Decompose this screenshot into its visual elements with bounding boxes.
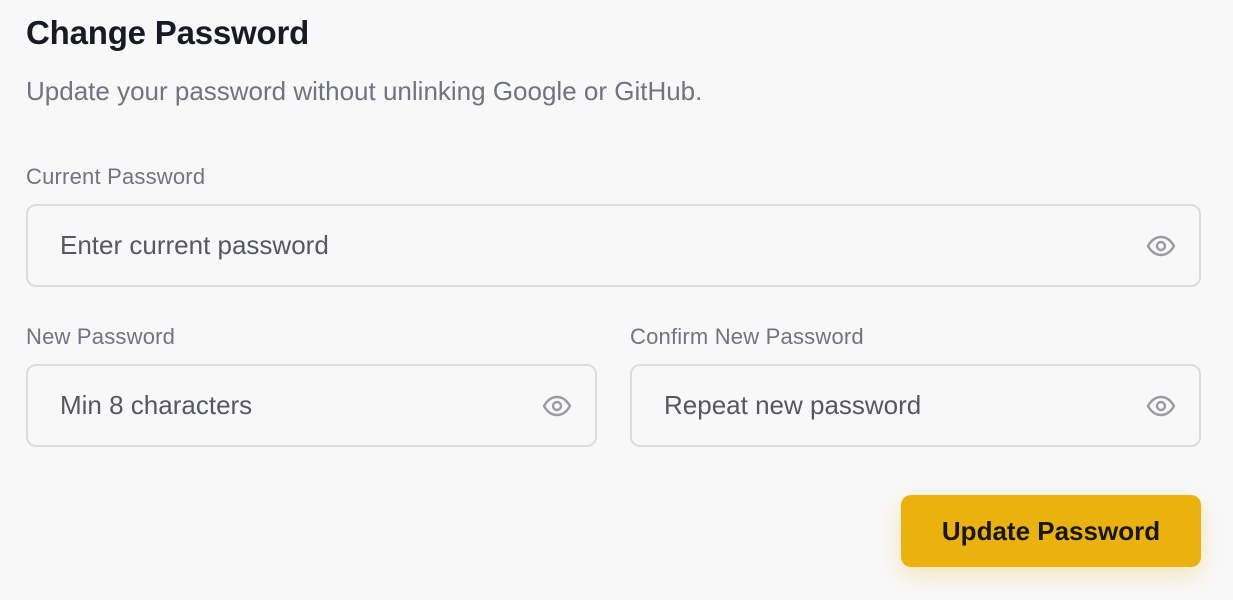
current-password-field (26, 204, 1201, 287)
current-password-eye-icon[interactable] (1144, 229, 1178, 263)
page-subtitle: Update your password without unlinking G… (26, 76, 703, 106)
new-password-eye-icon[interactable] (540, 389, 574, 423)
page-title: Change Password (26, 14, 310, 51)
confirm-password-eye-icon[interactable] (1144, 389, 1178, 423)
confirm-password-field (630, 364, 1201, 447)
new-password-input[interactable] (60, 366, 530, 445)
confirm-password-label: Confirm New Password (630, 324, 864, 349)
current-password-input[interactable] (60, 206, 1140, 285)
current-password-label: Current Password (26, 164, 206, 189)
new-password-label: New Password (26, 324, 176, 349)
update-password-button[interactable]: Update Password (901, 495, 1201, 567)
new-password-field (26, 364, 597, 447)
confirm-password-input[interactable] (664, 366, 1134, 445)
change-password-panel: Change Password Update your password wit… (0, 0, 1233, 600)
